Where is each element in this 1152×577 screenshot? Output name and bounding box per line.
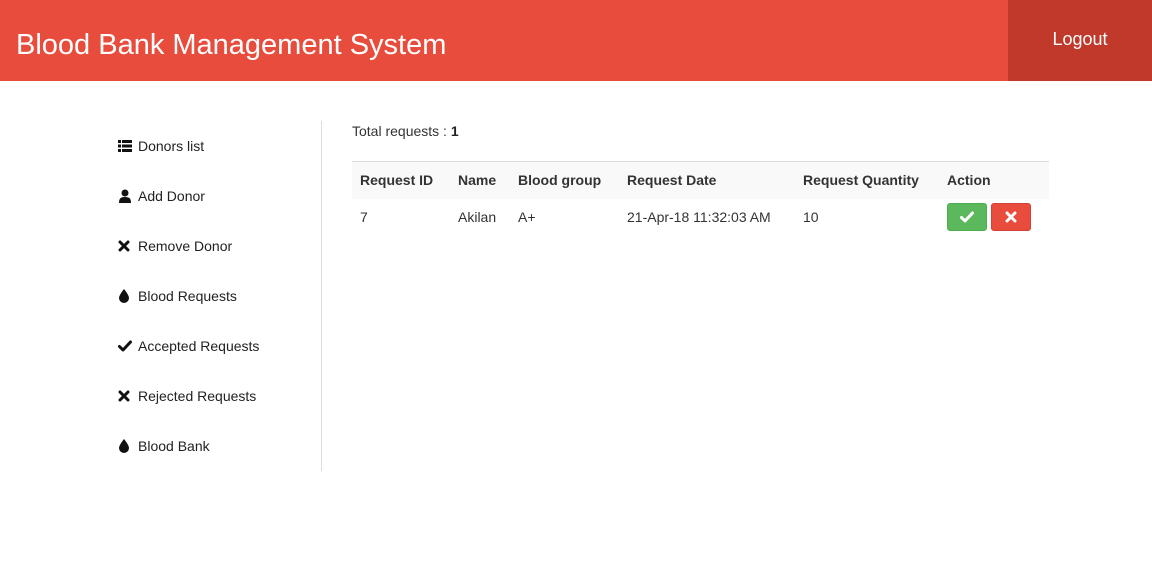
column-header-action: Action [947, 172, 991, 189]
close-icon [1005, 211, 1017, 222]
user-icon [118, 189, 138, 203]
table-header-row: Request ID Name Blood group Request Date… [352, 161, 1049, 199]
main-content: Total requests : 1 Request ID Name Blood… [352, 121, 1049, 231]
column-header-blood-group: Blood group [518, 172, 602, 189]
sidebar-item-rejected-requests[interactable]: Rejected Requests [118, 371, 318, 421]
cell-request-date: 21-Apr-18 11:32:03 AM [627, 208, 771, 225]
drop-icon [118, 289, 138, 303]
sidebar-item-donors-list[interactable]: Donors list [118, 121, 318, 171]
sidebar-item-remove-donor[interactable]: Remove Donor [118, 221, 318, 271]
sidebar-item-accepted-requests[interactable]: Accepted Requests [118, 321, 318, 371]
column-header-request-id: Request ID [360, 172, 434, 189]
total-requests-label: Total requests : [352, 123, 447, 139]
sidebar-item-label: Accepted Requests [138, 338, 260, 354]
column-header-request-date: Request Date [627, 172, 717, 189]
drop-icon [118, 439, 138, 453]
list-icon [118, 140, 138, 152]
app-header: Blood Bank Management System Logout [0, 0, 1152, 81]
reject-button[interactable] [991, 202, 1031, 231]
sidebar-item-label: Rejected Requests [138, 388, 257, 404]
app-title: Blood Bank Management System [16, 29, 447, 61]
close-icon [118, 390, 138, 402]
check-icon [118, 340, 138, 352]
sidebar-item-label: Blood Bank [138, 438, 210, 454]
cell-name: Akilan [458, 208, 497, 225]
total-requests: Total requests : 1 [352, 121, 1049, 141]
table-row: 7 Akilan A+ 21-Apr-18 11:32:03 AM 10 [352, 199, 1049, 235]
sidebar-item-label: Donors list [138, 138, 205, 154]
cell-request-quantity: 10 [803, 208, 819, 225]
sidebar-item-add-donor[interactable]: Add Donor [118, 171, 318, 221]
column-header-name: Name [458, 172, 497, 189]
total-requests-count: 1 [450, 123, 459, 139]
sidebar-divider [321, 121, 322, 471]
sidebar-item-label: Add Donor [138, 188, 205, 204]
sidebar-item-blood-requests[interactable]: Blood Requests [118, 271, 318, 321]
check-icon [960, 211, 974, 222]
cell-action [939, 199, 1049, 235]
column-header-request-quantity: Request Quantity [803, 172, 919, 189]
logout-button[interactable]: Logout [1008, 0, 1152, 81]
cell-request-id: 7 [360, 208, 368, 225]
sidebar-item-label: Remove Donor [138, 238, 233, 254]
cell-blood-group: A+ [518, 208, 536, 225]
requests-table: Request ID Name Blood group Request Date… [352, 161, 1049, 235]
sidebar-item-blood-bank[interactable]: Blood Bank [118, 421, 318, 471]
accept-button[interactable] [947, 202, 987, 231]
sidebar: Donors list Add Donor Remove Donor Blood… [118, 121, 318, 471]
sidebar-item-label: Blood Requests [138, 288, 237, 304]
close-icon [118, 240, 138, 252]
